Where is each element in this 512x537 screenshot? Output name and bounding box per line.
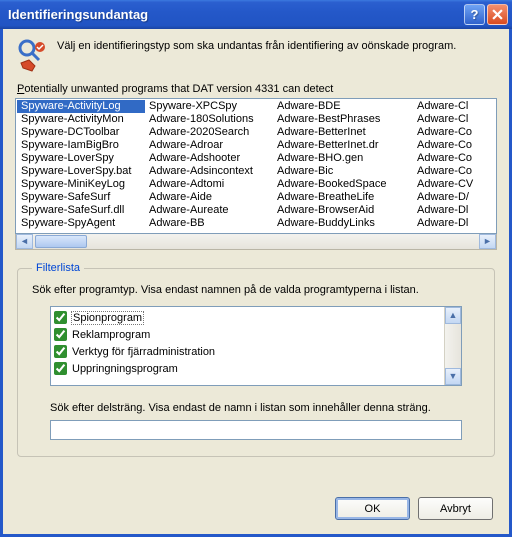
list-item[interactable]: Adware-Cl — [413, 113, 497, 126]
filter-type-label: Verktyg för fjärradministration — [72, 346, 215, 358]
filter-type-desc: Sök efter programtyp. Visa endast namnen… — [32, 284, 480, 296]
scroll-track-v[interactable] — [445, 324, 461, 368]
list-item[interactable]: Adware-BHO.gen — [273, 152, 413, 165]
list-item[interactable]: Adware-Co — [413, 152, 497, 165]
filter-type-label: Uppringningsprogram — [72, 363, 178, 375]
list-item[interactable]: Adware-BB — [145, 217, 273, 230]
list-item[interactable]: Adware-Bic — [273, 165, 413, 178]
list-item[interactable]: Adware-Co — [413, 165, 497, 178]
list-item[interactable]: Spyware-ActivityMon — [17, 113, 145, 126]
filter-type-checkbox[interactable] — [54, 345, 67, 358]
program-list-column: Spyware-XPCSpyAdware-180SolutionsAdware-… — [145, 100, 273, 233]
list-item[interactable]: Adware-2020Search — [145, 126, 273, 139]
list-item[interactable]: Adware-BetterInet.dr — [273, 139, 413, 152]
list-item[interactable]: Adware-BuddyLinks — [273, 217, 413, 230]
header: Välj en identifieringstyp som ska undant… — [15, 39, 497, 73]
scroll-thumb[interactable] — [35, 235, 87, 248]
list-item[interactable]: Adware-BreatheLife — [273, 191, 413, 204]
list-item[interactable]: Adware-Adtomi — [145, 178, 273, 191]
titlebar[interactable]: Identifieringsundantag ? — [0, 0, 512, 29]
list-item[interactable]: Spyware-LoverSpy.bat — [17, 165, 145, 178]
filter-type-item[interactable]: Reklamprogram — [54, 326, 441, 343]
filter-type-checkbox[interactable] — [54, 362, 67, 375]
list-item[interactable]: Adware-BestPhrases — [273, 113, 413, 126]
help-icon: ? — [471, 7, 479, 22]
filter-type-checkbox[interactable] — [54, 328, 67, 341]
list-item[interactable]: Adware-Adshooter — [145, 152, 273, 165]
program-list-column: Spyware-ActivityLogSpyware-ActivityMonSp… — [17, 100, 145, 233]
list-item[interactable]: Adware-Co — [413, 139, 497, 152]
filter-type-item[interactable]: Uppringningsprogram — [54, 360, 441, 377]
scroll-track[interactable] — [33, 234, 479, 249]
list-item[interactable]: Adware-Dl — [413, 204, 497, 217]
list-item[interactable]: Adware-BetterInet — [273, 126, 413, 139]
list-item[interactable]: Spyware-MiniKeyLog — [17, 178, 145, 191]
vertical-scrollbar[interactable]: ▲ ▼ — [444, 307, 461, 385]
cancel-button[interactable]: Avbryt — [418, 497, 493, 520]
list-item[interactable]: Spyware-XPCSpy — [145, 100, 273, 113]
list-item[interactable]: Adware-180Solutions — [145, 113, 273, 126]
list-item[interactable]: Spyware-ActivityLog — [17, 100, 145, 113]
list-item[interactable]: Spyware-DCToolbar — [17, 126, 145, 139]
filter-type-list[interactable]: Spionprogram Reklamprogram Verktyg för fjä… — [50, 306, 462, 386]
list-item[interactable]: Adware-CV — [413, 178, 497, 191]
program-list-column: Adware-ClAdware-ClAdware-CoAdware-CoAdwa… — [413, 100, 497, 233]
chevron-right-icon: ► — [483, 237, 492, 246]
filter-group: Filterlista Sök efter programtyp. Visa e… — [17, 262, 495, 457]
filter-type-item[interactable]: Spionprogram — [54, 309, 441, 326]
header-text: Välj en identifieringstyp som ska undant… — [57, 39, 456, 73]
horizontal-scrollbar[interactable]: ◄ ► — [15, 233, 497, 250]
filter-type-label: Reklamprogram — [72, 329, 150, 341]
filter-type-checkbox[interactable] — [54, 311, 67, 324]
list-item[interactable]: Adware-D/ — [413, 191, 497, 204]
chevron-up-icon: ▲ — [449, 311, 458, 320]
close-button[interactable] — [487, 4, 508, 25]
list-item[interactable]: Adware-Aide — [145, 191, 273, 204]
list-item[interactable]: Spyware-SafeSurf — [17, 191, 145, 204]
list-item[interactable]: Adware-Cl — [413, 100, 497, 113]
list-item[interactable]: Adware-Adroar — [145, 139, 273, 152]
help-button[interactable]: ? — [464, 4, 485, 25]
list-item[interactable]: Spyware-SafeSurf.dll — [17, 204, 145, 217]
scroll-down-button[interactable]: ▼ — [445, 368, 461, 385]
list-item[interactable]: Adware-Dl — [413, 217, 497, 230]
filter-type-item[interactable]: Verktyg för fjärradministration — [54, 343, 441, 360]
program-list[interactable]: Spyware-ActivityLogSpyware-ActivityMonSp… — [15, 98, 497, 234]
filter-substring-input[interactable] — [50, 420, 462, 440]
list-item[interactable]: Spyware-IamBigBro — [17, 139, 145, 152]
list-item[interactable]: Adware-BookedSpace — [273, 178, 413, 191]
scroll-right-button[interactable]: ► — [479, 234, 496, 249]
window-title: Identifieringsundantag — [8, 7, 462, 22]
scroll-left-button[interactable]: ◄ — [16, 234, 33, 249]
list-item[interactable]: Adware-Co — [413, 126, 497, 139]
list-item[interactable]: Spyware-SpyAgent — [17, 217, 145, 230]
filter-type-label: Spionprogram — [72, 312, 143, 324]
scroll-up-button[interactable]: ▲ — [445, 307, 461, 324]
program-list-label: Potentially unwanted programs that DAT v… — [17, 83, 495, 95]
list-item[interactable]: Adware-Aureate — [145, 204, 273, 217]
program-list-column: Adware-BDEAdware-BestPhrasesAdware-Bette… — [273, 100, 413, 233]
list-item[interactable]: Adware-BDE — [273, 100, 413, 113]
chevron-down-icon: ▼ — [449, 372, 458, 381]
list-item[interactable]: Adware-Adsincontext — [145, 165, 273, 178]
filter-legend: Filterlista — [32, 262, 84, 274]
dialog-client: Välj en identifieringstyp som ska undant… — [0, 29, 512, 537]
close-icon — [492, 9, 503, 20]
chevron-left-icon: ◄ — [20, 237, 29, 246]
filter-substring-desc: Sök efter delsträng. Visa endast de namn… — [50, 402, 462, 414]
list-item[interactable]: Spyware-LoverSpy — [17, 152, 145, 165]
dialog-buttons: OK Avbryt — [335, 497, 493, 520]
ok-button[interactable]: OK — [335, 497, 410, 520]
exclusion-icon — [15, 39, 49, 73]
list-item[interactable]: Adware-BrowserAid — [273, 204, 413, 217]
